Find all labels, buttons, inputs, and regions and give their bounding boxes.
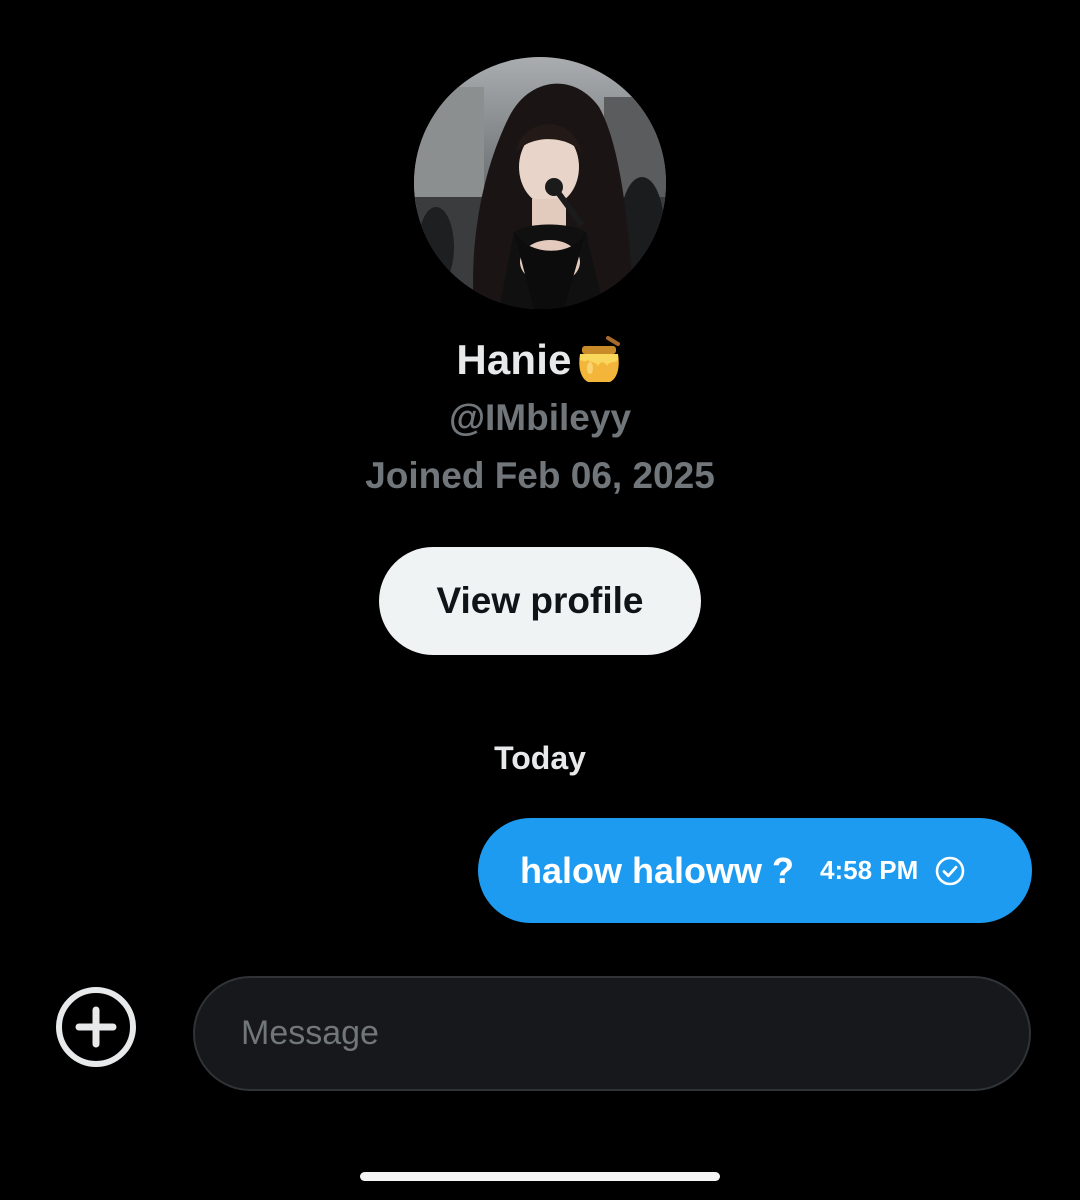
profile-handle: @IMbileyy [448,397,632,438]
honey-pot-icon [574,336,624,384]
dm-conversation-screen: Hanie @IMbileyy Joined Feb 06, 2025 View… [0,0,1080,1200]
date-divider: Today [494,740,586,776]
message-bubble-outgoing[interactable]: halow haloww ? 4:58 PM [478,818,1032,923]
message-input[interactable] [241,1014,1029,1053]
view-profile-button[interactable]: View profile [379,547,701,655]
sent-check-icon [934,855,966,887]
home-indicator[interactable] [360,1172,720,1181]
display-name: Hanie [456,336,572,383]
message-composer[interactable] [193,976,1031,1091]
message-text: halow haloww ? [520,849,795,891]
profile-avatar[interactable] [414,57,666,309]
plus-circle-icon[interactable] [54,985,138,1069]
profile-name-row: Hanie [0,332,1080,388]
avatar-photo [414,57,666,309]
joined-date: Joined Feb 06, 2025 [365,455,715,496]
message-time: 4:58 PM [820,855,919,885]
